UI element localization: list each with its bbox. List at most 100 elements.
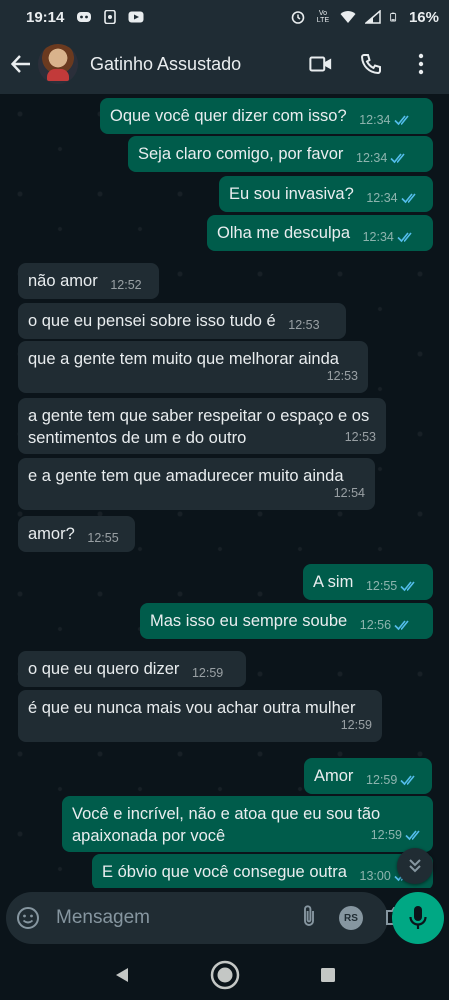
scroll-to-bottom-button[interactable]: [397, 848, 433, 884]
message-time: 12:56: [359, 618, 392, 632]
attach-button[interactable]: [301, 904, 317, 933]
message-bubble[interactable]: A sim 12:55: [303, 564, 433, 600]
youtube-icon: [128, 11, 144, 23]
message-meta: 12:34: [366, 187, 418, 209]
message-bubble[interactable]: E óbvio que você consegue outra 13:00: [92, 854, 433, 888]
more-options-button[interactable]: [409, 52, 433, 76]
message-bubble[interactable]: Oque você quer dizer com isso? 12:34: [100, 98, 433, 134]
more-options-icon: [418, 53, 424, 75]
message-text: que a gente tem muito que melhorar ainda: [28, 350, 339, 368]
nav-back-icon: [115, 968, 128, 982]
message-time: 12:54: [333, 486, 365, 500]
message-bubble[interactable]: não amor 12:52: [18, 263, 159, 299]
message-text: Oque você quer dizer com isso?: [110, 107, 347, 125]
message-meta: 12:34: [359, 109, 411, 131]
composer: RS: [0, 888, 449, 950]
message-time: 12:53: [344, 430, 376, 444]
attach-icon: [304, 904, 314, 926]
read-ticks-icon: [401, 193, 416, 204]
message-time: 12:34: [366, 191, 398, 205]
message-text: Eu sou invasiva?: [229, 185, 354, 203]
message-bubble[interactable]: e a gente tem que amadurecer muito ainda…: [18, 458, 375, 510]
message-bubble[interactable]: amor? 12:55: [18, 516, 135, 552]
contact-name[interactable]: Gatinho Assustado: [90, 54, 241, 75]
message-text: e a gente tem que amadurecer muito ainda: [28, 467, 344, 485]
read-ticks-icon: [405, 830, 420, 841]
video-call-button[interactable]: [309, 52, 333, 76]
video-call-icon: [309, 56, 332, 72]
message-bubble[interactable]: Amor 12:59: [304, 758, 432, 794]
message-time: 12:34: [356, 151, 388, 165]
message-meta: 12:53: [288, 314, 319, 336]
volte-icon: Vo LTE: [316, 10, 330, 24]
nav-recents-button[interactable]: [312, 959, 344, 991]
message-list[interactable]: Oque você quer dizer com isso? 12:34 Sej…: [0, 94, 449, 888]
read-ticks-icon: [393, 115, 409, 126]
message-bubble[interactable]: o que eu pensei sobre isso tudo é 12:53: [18, 303, 346, 339]
message-text: Amor: [314, 767, 354, 785]
message-text: Seja claro comigo, por favor: [138, 145, 344, 163]
message-text: Mas isso eu sempre soube: [150, 612, 348, 630]
message-meta: 12:59: [192, 662, 223, 684]
status-bar: 19:14 Vo LTE 16%: [0, 0, 449, 34]
read-ticks-icon: [390, 153, 405, 164]
status-time: 19:14: [26, 8, 65, 26]
mic-icon: [409, 906, 427, 929]
message-text: o que eu pensei sobre isso tudo é: [28, 312, 276, 330]
payment-button[interactable]: RS: [339, 906, 363, 930]
message-time: 12:59: [191, 666, 224, 680]
message-bubble[interactable]: o que eu quero dizer 12:59: [18, 651, 246, 687]
message-time: 12:34: [359, 113, 391, 127]
notification-icons: [76, 10, 144, 24]
nav-home-icon: [210, 960, 239, 990]
wifi-icon: [340, 11, 356, 23]
message-text: o que eu quero dizer: [28, 660, 180, 678]
message-meta: 12:52: [110, 274, 141, 296]
message-input[interactable]: [56, 907, 301, 929]
message-meta: 12:53: [345, 426, 376, 448]
read-ticks-icon: [397, 232, 412, 243]
message-time: 12:59: [366, 773, 398, 787]
message-time: 12:55: [87, 531, 119, 545]
contact-avatar[interactable]: [38, 44, 78, 84]
phone-icon: [360, 54, 381, 75]
message-meta: 12:34: [363, 226, 415, 248]
message-meta: 12:59: [371, 824, 423, 846]
message-bubble[interactable]: Seja claro comigo, por favor 12:34: [128, 136, 433, 172]
system-icons: Vo LTE 16%: [290, 9, 439, 26]
message-time: 12:34: [362, 230, 394, 244]
message-time: 12:55: [365, 579, 398, 593]
message-text: Você e incrível, não e atoa que eu sou t…: [72, 805, 381, 845]
message-text: Olha me desculpa: [217, 224, 350, 242]
message-meta: 12:56: [360, 614, 412, 636]
voice-message-button[interactable]: [392, 892, 444, 944]
message-meta: 12:55: [87, 527, 118, 549]
nav-home-button[interactable]: [209, 959, 241, 991]
message-bubble[interactable]: Mas isso eu sempre soube 12:56: [140, 603, 433, 639]
message-bubble[interactable]: Você e incrível, não e atoa que eu sou t…: [62, 796, 433, 852]
battery-icon: [390, 12, 397, 22]
message-input-pill: RS: [6, 892, 408, 944]
nav-back-button[interactable]: [106, 959, 138, 991]
app-notification-icon: [104, 10, 117, 24]
message-time: 12:53: [326, 369, 358, 383]
voice-call-button[interactable]: [359, 52, 383, 76]
message-meta: 12:59: [341, 714, 372, 736]
message-bubble[interactable]: que a gente tem muito que melhorar ainda…: [18, 341, 368, 393]
message-bubble[interactable]: é que eu nunca mais vou achar outra mulh…: [18, 690, 382, 742]
message-bubble[interactable]: Eu sou invasiva? 12:34: [219, 176, 433, 212]
message-bubble[interactable]: Olha me desculpa 12:34: [207, 215, 433, 251]
message-bubble[interactable]: a gente tem que saber respeitar o espaço…: [18, 398, 386, 454]
back-arrow-icon: [10, 55, 30, 73]
message-time: 12:53: [288, 318, 320, 332]
back-button[interactable]: [8, 51, 34, 77]
signal-icon: [364, 10, 381, 24]
read-ticks-icon: [400, 581, 415, 592]
emoji-button[interactable]: [16, 905, 40, 931]
chat-header: Gatinho Assustado: [0, 34, 449, 94]
alarm-icon: [291, 11, 305, 24]
message-time: 13:00: [359, 869, 391, 883]
emoji-icon: [17, 907, 39, 929]
message-time: 12:52: [110, 278, 142, 292]
discord-icon: [77, 12, 92, 22]
